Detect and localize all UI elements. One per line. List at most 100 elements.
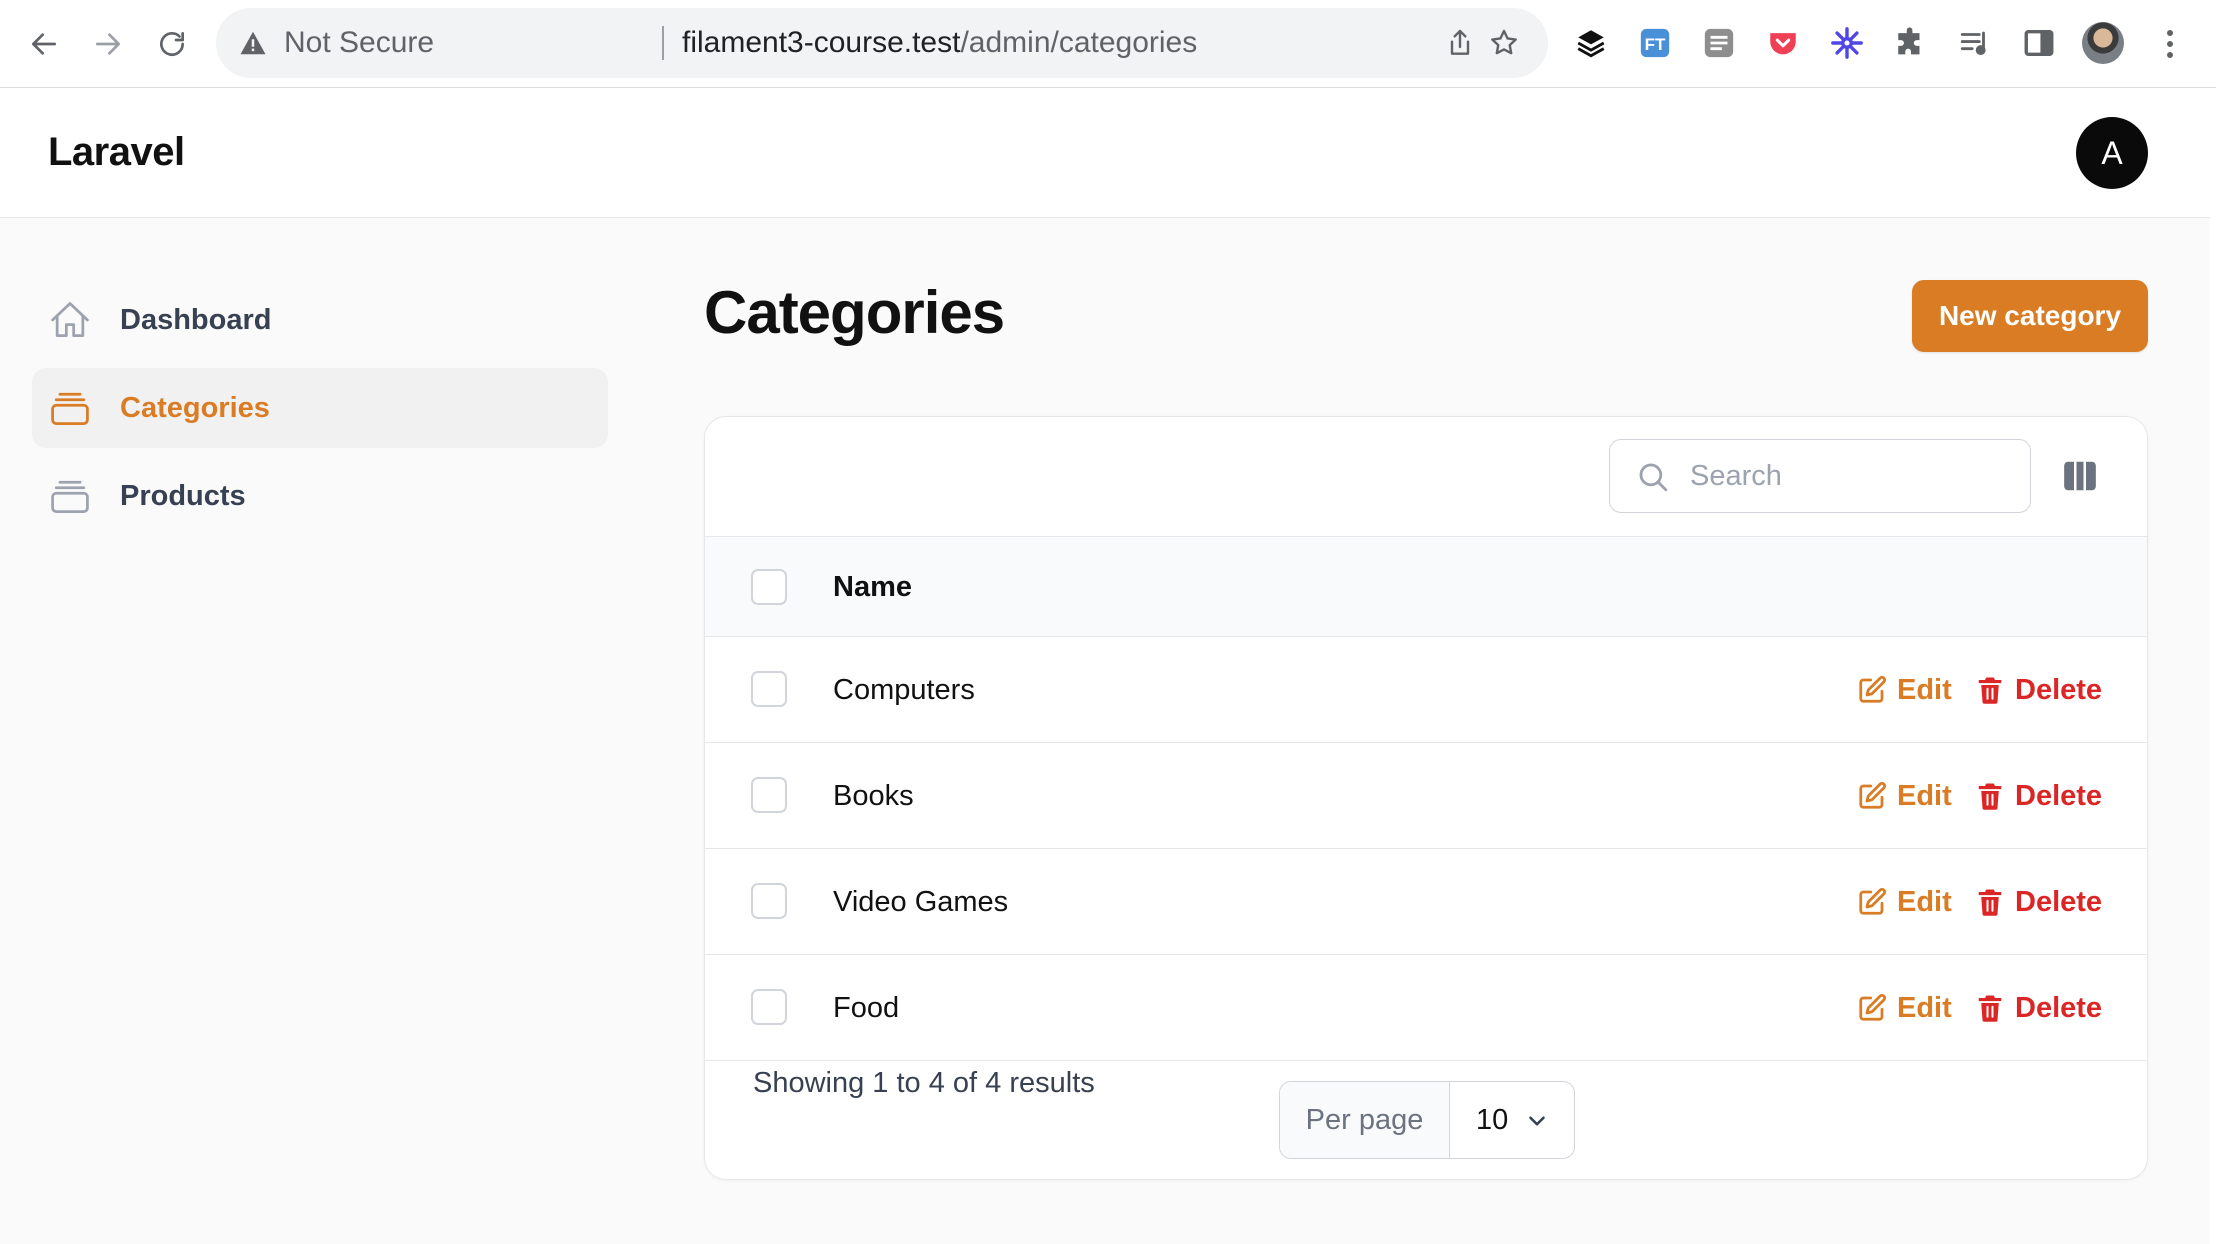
side-panel-button[interactable] (2022, 26, 2056, 60)
trash-icon (1978, 783, 2002, 810)
per-page-label: Per page (1280, 1082, 1450, 1158)
page-title: Categories (704, 279, 1005, 346)
categories-table-card: Name Computers Edit Delete Books Edit De… (704, 416, 2148, 1180)
sidebar-nav: Dashboard Categories Products (32, 280, 608, 544)
browser-menu-button[interactable] (2150, 24, 2190, 64)
category-name: Computers (833, 674, 975, 706)
browser-profile-avatar[interactable] (2082, 22, 2124, 64)
url-path: /admin/categories (960, 26, 1198, 59)
select-all-checkbox[interactable] (751, 569, 787, 605)
reload-button[interactable] (148, 20, 196, 68)
category-name: Books (833, 780, 914, 812)
delete-label: Delete (2015, 779, 2103, 812)
ft-extension-icon: FT (1640, 28, 1670, 58)
trash-icon (1978, 889, 2002, 916)
rectangle-stack-icon (51, 480, 89, 513)
puzzle-icon (1898, 27, 1920, 55)
sidebar-item-categories[interactable]: Categories (32, 368, 608, 448)
per-page-select[interactable]: Per page 10 (1279, 1081, 1575, 1159)
new-category-button[interactable]: New category (1912, 280, 2148, 352)
brand-logo[interactable]: Laravel (48, 88, 185, 216)
home-icon (51, 302, 89, 337)
trash-icon (1978, 995, 2002, 1022)
edit-button[interactable]: Edit (1857, 955, 1952, 1061)
reading-list-button[interactable] (1958, 26, 1992, 60)
address-divider (662, 26, 664, 60)
browser-toolbar: Not Secure filament3-course.test/admin/c… (0, 0, 2216, 88)
stack-extension-icon (1704, 28, 1734, 58)
side-panel-icon (2024, 29, 2054, 57)
user-avatar[interactable]: A (2076, 117, 2148, 189)
more-vertical-icon (2167, 30, 2173, 58)
column-header-name[interactable]: Name (833, 537, 912, 637)
edit-button[interactable]: Edit (1857, 849, 1952, 955)
pencil-square-icon (1859, 675, 1887, 703)
window-edge (2210, 88, 2216, 1244)
rectangle-stack-icon (51, 392, 89, 425)
back-button[interactable] (20, 20, 68, 68)
table-row: Books Edit Delete (705, 743, 2147, 849)
chevron-down-icon (1529, 1116, 1545, 1126)
edit-button[interactable]: Edit (1857, 743, 1952, 849)
delete-button[interactable]: Delete (1975, 849, 2102, 955)
delete-button[interactable]: Delete (1975, 743, 2102, 849)
table-row: Food Edit Delete (705, 955, 2147, 1061)
delete-button[interactable]: Delete (1975, 637, 2102, 743)
bookmark-star-icon[interactable] (1488, 27, 1520, 59)
delete-label: Delete (2015, 673, 2103, 706)
snowflake-extension-icon (1831, 27, 1863, 59)
edit-label: Edit (1897, 779, 1952, 812)
ft-extension-button[interactable]: FT (1638, 26, 1672, 60)
sidebar-item-label: Categories (120, 392, 270, 424)
forward-arrow-icon (96, 33, 120, 55)
snowflake-extension-button[interactable] (1830, 26, 1864, 60)
pencil-square-icon (1859, 887, 1887, 915)
row-checkbox[interactable] (751, 671, 787, 707)
extensions-button[interactable] (1894, 26, 1928, 60)
sidebar-item-label: Dashboard (120, 304, 272, 336)
category-name: Video Games (833, 886, 1009, 918)
reading-list-icon (1960, 31, 1986, 56)
table-row: Computers Edit Delete (705, 637, 2147, 743)
reload-icon (160, 32, 184, 56)
sidebar-item-label: Products (120, 480, 246, 512)
pocket-extension-button[interactable] (1766, 26, 1800, 60)
back-arrow-icon (32, 33, 56, 55)
pencil-square-icon (1859, 781, 1887, 809)
stack-extension-button[interactable] (1702, 26, 1736, 60)
table-toolbar (705, 417, 2147, 537)
search-input[interactable] (1690, 452, 2010, 500)
search-field[interactable] (1609, 439, 2031, 513)
edit-label: Edit (1897, 885, 1952, 918)
edit-label: Edit (1897, 991, 1952, 1024)
url-text[interactable]: filament3-course.test/admin/categories (682, 8, 1197, 78)
svg-text:FT: FT (1645, 35, 1666, 54)
forward-button[interactable] (84, 20, 132, 68)
delete-button[interactable]: Delete (1975, 955, 2102, 1061)
delete-label: Delete (2015, 991, 2103, 1024)
trash-icon (1978, 677, 2002, 704)
edit-button[interactable]: Edit (1857, 637, 1952, 743)
share-icon[interactable] (1444, 27, 1476, 59)
security-status[interactable]: Not Secure (284, 8, 434, 78)
layers-extension-button[interactable] (1574, 26, 1608, 60)
delete-label: Delete (2015, 885, 2103, 918)
pocket-icon (1770, 33, 1796, 55)
per-page-dropdown[interactable]: 10 (1450, 1082, 1574, 1158)
url-host: filament3-course.test (682, 26, 961, 59)
per-page-value: 10 (1476, 1104, 1509, 1136)
table-row: Video Games Edit Delete (705, 849, 2147, 955)
row-checkbox[interactable] (751, 883, 787, 919)
column-toggle-icon[interactable] (2061, 457, 2099, 495)
row-checkbox[interactable] (751, 777, 787, 813)
sidebar-item-dashboard[interactable]: Dashboard (32, 280, 608, 360)
table-header-row: Name (705, 537, 2147, 637)
warning-icon[interactable] (238, 28, 268, 58)
address-bar[interactable]: Not Secure filament3-course.test/admin/c… (216, 8, 1548, 78)
pagination-summary: Showing 1 to 4 of 4 results (753, 1067, 1095, 1099)
category-name: Food (833, 992, 900, 1024)
layers-icon (1577, 30, 1605, 58)
row-checkbox[interactable] (751, 989, 787, 1025)
pencil-square-icon (1859, 993, 1887, 1021)
sidebar-item-products[interactable]: Products (32, 456, 608, 536)
